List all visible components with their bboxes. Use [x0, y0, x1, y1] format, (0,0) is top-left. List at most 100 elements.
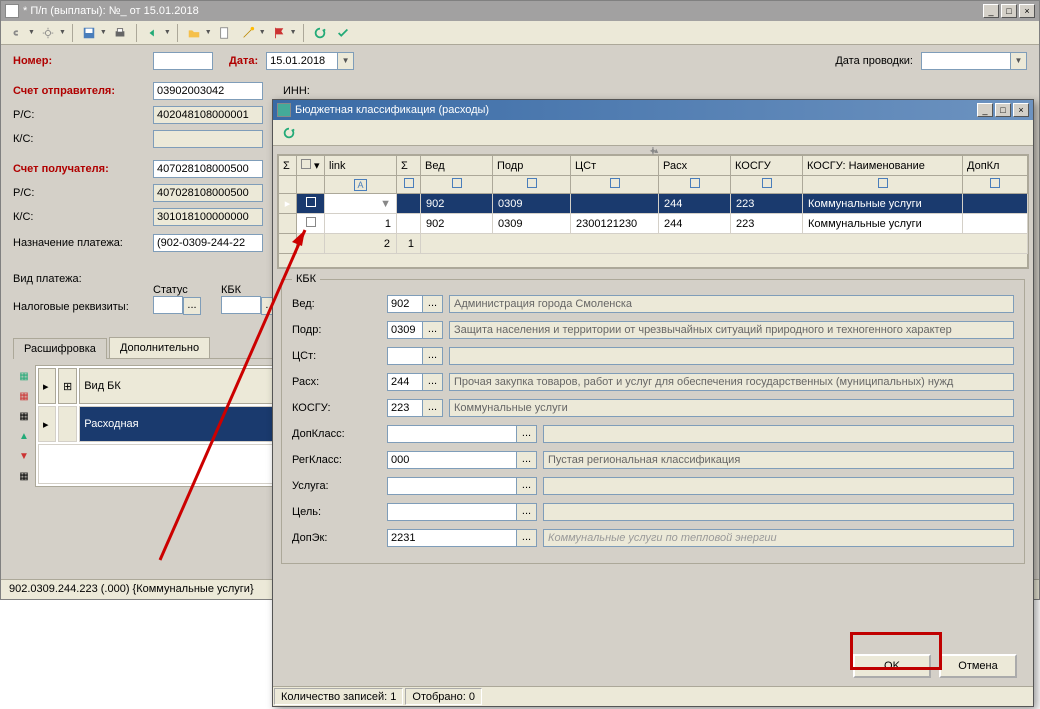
cel-input[interactable] — [387, 503, 517, 521]
save-icon[interactable] — [79, 23, 99, 43]
kosgu-lookup[interactable]: ... — [423, 399, 443, 417]
date-picker-button[interactable]: ▼ — [338, 52, 354, 70]
recipient-input[interactable] — [153, 160, 263, 178]
cst-input[interactable] — [387, 347, 423, 365]
grid-cst-header[interactable]: ЦСт — [571, 156, 659, 176]
regklass-label: РегКласс: — [292, 454, 387, 466]
arrow-icon[interactable] — [143, 23, 163, 43]
grid-dopkl-header[interactable]: ДопКл — [963, 156, 1028, 176]
document-icon — [5, 4, 19, 18]
dialog-titlebar: Бюджетная классификация (расходы) _ □ × — [273, 100, 1033, 120]
classification-grid[interactable]: Σ ▾ link Σ Вед Подр ЦСт Расх КОСГУ КОСГУ… — [277, 154, 1029, 269]
dopek-lookup[interactable]: ... — [517, 529, 537, 547]
rash-input[interactable] — [387, 373, 423, 391]
tool-del-icon[interactable]: ▦ — [15, 387, 33, 405]
check-icon[interactable] — [333, 23, 353, 43]
regklass-lookup[interactable]: ... — [517, 451, 537, 469]
posting-date-input[interactable] — [921, 52, 1011, 70]
kbk-input[interactable] — [221, 296, 261, 314]
grid-podr-header[interactable]: Подр — [493, 156, 571, 176]
sender-label: Счет отправителя: — [13, 85, 153, 97]
dopek-label: ДопЭк: — [292, 532, 387, 544]
grid-link-header[interactable]: link — [325, 156, 397, 176]
grid-check-header[interactable]: ▾ — [297, 156, 325, 176]
minimize-button[interactable]: _ — [983, 4, 999, 18]
grid-kosguname-header[interactable]: КОСГУ: Наименование — [803, 156, 963, 176]
wand-icon[interactable] — [238, 23, 258, 43]
top-splitter[interactable]: ◂||||▸ ▴ — [273, 146, 1033, 154]
print-icon[interactable] — [110, 23, 130, 43]
grid-row-2[interactable]: 1 902 0309 2300121230 244 223 Коммунальн… — [279, 214, 1028, 234]
status-lookup[interactable]: ... — [183, 297, 201, 315]
grid-side-tools: ▦ ▦ ▦ ▲ ▼ ▦ — [13, 365, 35, 487]
dialog-icon — [277, 103, 291, 117]
tab-detail[interactable]: Расшифровка — [13, 338, 107, 359]
dialog-refresh-icon[interactable] — [279, 123, 299, 143]
kosgu-input[interactable] — [387, 399, 423, 417]
kbk-fieldset: КБК Вед:...Администрация города Смоленск… — [281, 273, 1025, 564]
grid-row-1[interactable]: ▸ ▼ 902 0309 244 223 Коммунальные услуги — [279, 194, 1028, 214]
posting-date-button[interactable]: ▼ — [1011, 52, 1027, 70]
podr-lookup[interactable]: ... — [423, 321, 443, 339]
ved-input[interactable] — [387, 295, 423, 313]
dopek-input[interactable] — [387, 529, 517, 547]
grid-sigma-header[interactable]: Σ — [279, 156, 297, 176]
rash-lookup[interactable]: ... — [423, 373, 443, 391]
rash-desc: Прочая закупка товаров, работ и услуг дл… — [449, 373, 1014, 391]
gear-icon[interactable] — [38, 23, 58, 43]
usluga-lookup[interactable]: ... — [517, 477, 537, 495]
maximize-button[interactable]: □ — [1001, 4, 1017, 18]
podr-label: Подр: — [292, 324, 387, 336]
cst-lookup[interactable]: ... — [423, 347, 443, 365]
tab-additional[interactable]: Дополнительно — [109, 337, 210, 358]
grid-indicator-header: ▸ — [38, 368, 56, 404]
grid-kosgu-header[interactable]: КОСГУ — [731, 156, 803, 176]
kosgu-label: КОСГУ: — [292, 402, 387, 414]
dialog-maximize[interactable]: □ — [995, 103, 1011, 117]
dopklass-input[interactable] — [387, 425, 517, 443]
cel-lookup[interactable]: ... — [517, 503, 537, 521]
ved-lookup[interactable]: ... — [423, 295, 443, 313]
cancel-button[interactable]: Отмена — [939, 654, 1017, 678]
number-input[interactable] — [153, 52, 213, 70]
recipient-label: Счет получателя: — [13, 163, 153, 175]
dopklass-label: ДопКласс: — [292, 428, 387, 440]
refresh-icon[interactable] — [310, 23, 330, 43]
flag-icon[interactable] — [269, 23, 289, 43]
grid-sum-header[interactable]: Σ — [397, 156, 421, 176]
dopklass-lookup[interactable]: ... — [517, 425, 537, 443]
folder-icon[interactable] — [184, 23, 204, 43]
dialog-close[interactable]: × — [1013, 103, 1029, 117]
grid-hscroll[interactable] — [278, 254, 1028, 268]
tool-add-icon[interactable]: ▦ — [15, 367, 33, 385]
grid-ved-header[interactable]: Вед — [421, 156, 493, 176]
close-button[interactable]: × — [1019, 4, 1035, 18]
number-label: Номер: — [13, 55, 153, 67]
kbk-legend: КБК — [292, 273, 320, 285]
tool-up-icon[interactable]: ▲ — [15, 427, 33, 445]
grid-filter-row[interactable]: A — [279, 176, 1028, 194]
main-titlebar: * П/п (выплаты): №_ от 15.01.2018 _ □ × — [1, 1, 1039, 21]
doc-new-icon[interactable] — [215, 23, 235, 43]
podr-input[interactable] — [387, 321, 423, 339]
usluga-input[interactable] — [387, 477, 517, 495]
purpose-input[interactable] — [153, 234, 263, 252]
tool-misc-icon[interactable]: ▦ — [15, 467, 33, 485]
date-input[interactable] — [266, 52, 338, 70]
tool-down-icon[interactable]: ▼ — [15, 447, 33, 465]
dialog-minimize[interactable]: _ — [977, 103, 993, 117]
tool-copy-icon[interactable]: ▦ — [15, 407, 33, 425]
grid-rash-header[interactable]: Расх — [659, 156, 731, 176]
status-selected: Отобрано: 0 — [405, 688, 482, 705]
kbk-label: КБК — [221, 284, 279, 296]
status-input[interactable] — [153, 296, 183, 314]
grid-tree-header: ⊞ — [58, 368, 77, 404]
ks-label: К/С: — [13, 133, 153, 145]
sender-input[interactable] — [153, 82, 263, 100]
chain-icon[interactable] — [7, 23, 27, 43]
ks2-input — [153, 208, 263, 226]
dialog-statusbar: Количество записей: 1 Отобрано: 0 — [273, 686, 1033, 706]
regklass-input[interactable] — [387, 451, 517, 469]
dialog-title: Бюджетная классификация (расходы) — [295, 104, 977, 116]
payment-type-label: Вид платежа: — [13, 273, 153, 285]
